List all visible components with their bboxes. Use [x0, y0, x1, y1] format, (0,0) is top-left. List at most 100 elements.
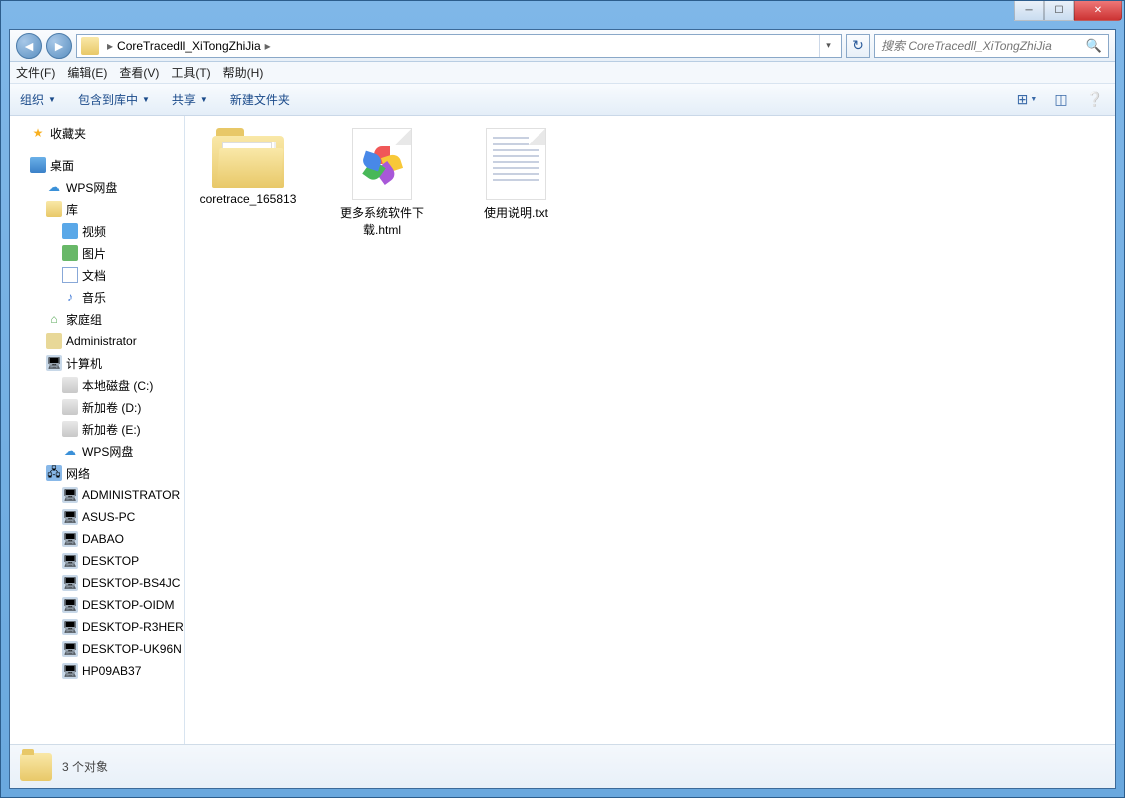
sidebar-administrator[interactable]: Administrator	[10, 330, 184, 352]
command-bar: 组织 ▼ 包含到库中 ▼ 共享 ▼ 新建文件夹 ⊞ ▼ ◫	[10, 84, 1115, 116]
picture-icon	[62, 245, 78, 261]
file-label: coretrace_165813	[200, 192, 297, 206]
menu-bar: 文件(F) 编辑(E) 查看(V) 工具(T) 帮助(H)	[10, 62, 1115, 84]
share-button[interactable]: 共享 ▼	[172, 91, 208, 108]
cloud-icon: ☁	[46, 179, 62, 195]
breadcrumb-separator: ▸	[265, 39, 271, 53]
folder-icon	[212, 128, 284, 188]
cloud-icon: ☁	[62, 443, 78, 459]
search-box[interactable]: 🔍	[874, 34, 1109, 58]
document-icon	[62, 267, 78, 283]
menu-edit[interactable]: 编辑(E)	[67, 64, 107, 81]
sidebar-homegroup[interactable]: ⌂家庭组	[10, 308, 184, 330]
navigation-bar: ◄ ► ▸ CoreTracedll_XiTongZhiJia ▸ ▾ ↻ 🔍	[10, 30, 1115, 62]
toolbar-right: ⊞ ▼ ◫ ❔	[1017, 91, 1105, 109]
menu-tools[interactable]: 工具(T)	[171, 64, 210, 81]
network-icon: 🖧	[46, 465, 62, 481]
sidebar-wps-drive[interactable]: ☁WPS网盘	[10, 440, 184, 462]
menu-view[interactable]: 查看(V)	[119, 64, 159, 81]
sidebar-wps[interactable]: ☁WPS网盘	[10, 176, 184, 198]
sidebar-network[interactable]: 🖧网络	[10, 462, 184, 484]
breadcrumb-segment[interactable]: CoreTracedll_XiTongZhiJia	[117, 39, 261, 53]
sidebar-documents[interactable]: 文档	[10, 264, 184, 286]
pc-icon: 🖥	[62, 641, 78, 657]
sidebar-network-pc[interactable]: 🖥DESKTOP-R3HER	[10, 616, 184, 638]
library-icon	[46, 201, 62, 217]
pc-icon: 🖥	[62, 531, 78, 547]
navigation-pane[interactable]: ★收藏夹 桌面 ☁WPS网盘 库 视频 图片 文档 ♪音乐 ⌂家庭组 Admin…	[10, 116, 185, 744]
forward-button[interactable]: ►	[46, 33, 72, 59]
window-inner: ◄ ► ▸ CoreTracedll_XiTongZhiJia ▸ ▾ ↻ 🔍 …	[9, 29, 1116, 789]
view-icon: ⊞	[1017, 91, 1029, 108]
sidebar-drive-c[interactable]: 本地磁盘 (C:)	[10, 374, 184, 396]
search-input[interactable]	[881, 39, 1086, 53]
sidebar-pictures[interactable]: 图片	[10, 242, 184, 264]
window-controls: ─ ☐ ✕	[1014, 1, 1122, 21]
desktop-icon	[30, 157, 46, 173]
homegroup-icon: ⌂	[46, 311, 62, 327]
preview-pane-button[interactable]: ◫	[1051, 91, 1071, 109]
sidebar-desktop[interactable]: 桌面	[10, 154, 184, 176]
refresh-button[interactable]: ↻	[846, 34, 870, 58]
minimize-button[interactable]: ─	[1014, 1, 1044, 21]
sidebar-network-pc[interactable]: 🖥DESKTOP	[10, 550, 184, 572]
file-list-pane[interactable]: coretrace_165813 更多系统软件下载.html 使用	[185, 116, 1115, 744]
drive-icon	[62, 421, 78, 437]
preview-icon: ◫	[1054, 91, 1067, 108]
star-icon: ★	[30, 125, 46, 141]
maximize-button[interactable]: ☐	[1044, 1, 1074, 21]
arrow-left-icon: ◄	[22, 38, 36, 54]
explorer-window: ─ ☐ ✕ ◄ ► ▸ CoreTracedll_XiTongZhiJia ▸ …	[0, 0, 1125, 798]
pc-icon: 🖥	[62, 575, 78, 591]
menu-file[interactable]: 文件(F)	[16, 64, 55, 81]
pc-icon: 🖥	[62, 553, 78, 569]
file-item-folder[interactable]: coretrace_165813	[193, 128, 303, 206]
computer-icon: 🖥	[46, 355, 62, 371]
sidebar-network-pc[interactable]: 🖥DESKTOP-BS4JC	[10, 572, 184, 594]
include-label: 包含到库中	[78, 91, 138, 108]
help-button[interactable]: ❔	[1085, 91, 1105, 109]
share-label: 共享	[172, 91, 196, 108]
sidebar-network-pc[interactable]: 🖥ADMINISTRATOR	[10, 484, 184, 506]
sidebar-drive-d[interactable]: 新加卷 (D:)	[10, 396, 184, 418]
arrow-right-icon: ►	[52, 38, 66, 54]
menu-help[interactable]: 帮助(H)	[223, 64, 264, 81]
sidebar-network-pc[interactable]: 🖥DABAO	[10, 528, 184, 550]
newfolder-label: 新建文件夹	[230, 91, 290, 108]
address-bar[interactable]: ▸ CoreTracedll_XiTongZhiJia ▸ ▾	[76, 34, 842, 58]
sidebar-network-pc[interactable]: 🖥DESKTOP-UK96N	[10, 638, 184, 660]
file-item-txt[interactable]: 使用说明.txt	[461, 128, 571, 221]
sidebar-network-pc[interactable]: 🖥HP09AB37	[10, 660, 184, 682]
sidebar-drive-e[interactable]: 新加卷 (E:)	[10, 418, 184, 440]
sidebar-videos[interactable]: 视频	[10, 220, 184, 242]
organize-button[interactable]: 组织 ▼	[20, 91, 56, 108]
sidebar-network-pc[interactable]: 🖥DESKTOP-OIDM	[10, 594, 184, 616]
file-label: 使用说明.txt	[484, 204, 548, 221]
user-icon	[46, 333, 62, 349]
status-text: 3 个对象	[62, 758, 108, 775]
file-item-html[interactable]: 更多系统软件下载.html	[327, 128, 437, 238]
pc-icon: 🖥	[62, 619, 78, 635]
search-icon[interactable]: 🔍	[1086, 38, 1102, 54]
file-label: 更多系统软件下载.html	[327, 204, 437, 238]
back-button[interactable]: ◄	[16, 33, 42, 59]
sidebar-music[interactable]: ♪音乐	[10, 286, 184, 308]
sidebar-favorites[interactable]: ★收藏夹	[10, 122, 184, 144]
close-button[interactable]: ✕	[1074, 1, 1122, 21]
sidebar-network-pc[interactable]: 🖥ASUS-PC	[10, 506, 184, 528]
drive-icon	[62, 377, 78, 393]
chevron-down-icon: ▼	[1030, 96, 1037, 103]
new-folder-button[interactable]: 新建文件夹	[230, 91, 290, 108]
address-dropdown[interactable]: ▾	[819, 35, 837, 57]
include-in-library-button[interactable]: 包含到库中 ▼	[78, 91, 150, 108]
chevron-down-icon: ▼	[48, 95, 56, 104]
pc-icon: 🖥	[62, 663, 78, 679]
drive-icon	[62, 399, 78, 415]
html-file-icon	[352, 128, 412, 200]
sidebar-libraries[interactable]: 库	[10, 198, 184, 220]
chevron-down-icon: ▼	[200, 95, 208, 104]
view-options-button[interactable]: ⊞ ▼	[1017, 91, 1037, 109]
breadcrumb-separator: ▸	[107, 39, 113, 53]
sidebar-computer[interactable]: 🖥计算机	[10, 352, 184, 374]
tree-view: ★收藏夹 桌面 ☁WPS网盘 库 视频 图片 文档 ♪音乐 ⌂家庭组 Admin…	[10, 116, 184, 688]
